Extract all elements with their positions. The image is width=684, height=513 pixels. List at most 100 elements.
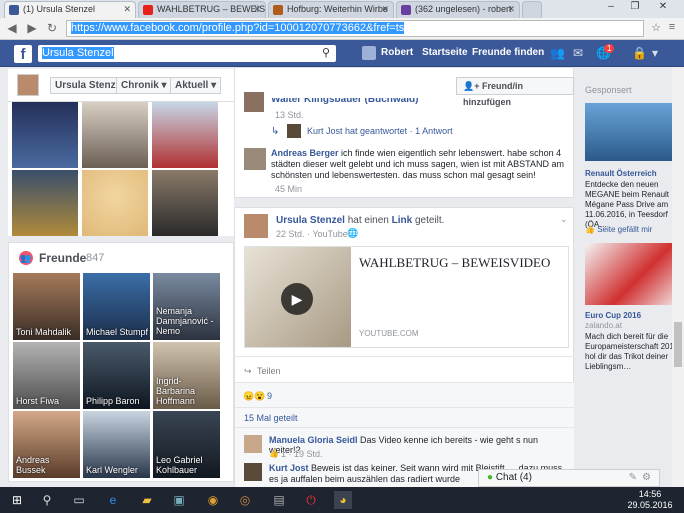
- chat-bar[interactable]: ● Chat (4) ✎ ⚙: [478, 469, 660, 487]
- forward-button[interactable]: ▶: [24, 21, 40, 35]
- chrome-icon[interactable]: ◕: [334, 491, 352, 509]
- back-button[interactable]: ◀: [4, 21, 20, 35]
- ad-image[interactable]: [585, 243, 684, 305]
- profile-bar: Ursula Stenzel Chronik ▾ Aktuell ▾: [8, 69, 234, 102]
- friend-tile[interactable]: Leo Gabriel Kohlbauer: [153, 411, 220, 478]
- reactions-icon[interactable]: 😠😮: [243, 391, 265, 402]
- reply-summary[interactable]: Kurt Jost hat geantwortet · 1 Antwort: [307, 126, 453, 136]
- friend-tile[interactable]: Nemanja Damnjanović - Nemo: [153, 273, 220, 340]
- tab-mail[interactable]: (362 ungelesen) - robert ✕: [396, 1, 520, 18]
- friend-tile[interactable]: Andreas Bussek: [13, 411, 80, 478]
- gear-icon[interactable]: ⚙: [642, 470, 651, 486]
- scrollbar-thumb[interactable]: [674, 322, 682, 367]
- friend-tile[interactable]: Horst Fiwa: [13, 342, 80, 409]
- minimize-button[interactable]: –: [602, 1, 620, 12]
- facebook-logo[interactable]: f: [14, 45, 32, 63]
- close-icon[interactable]: ✕: [123, 2, 131, 17]
- avatar[interactable]: [244, 92, 264, 112]
- app-icon[interactable]: ◎: [236, 491, 254, 509]
- profile-avatar[interactable]: [17, 74, 39, 96]
- tab-hofburg[interactable]: Hofburg: Weiterhin Wirbe ✕: [268, 1, 394, 18]
- link-preview[interactable]: ▶ WAHLBETRUG – BEWEISVIDEO YOUTUBE.COM: [244, 246, 569, 348]
- menu-icon[interactable]: ≡: [664, 21, 680, 33]
- photo[interactable]: [152, 170, 218, 236]
- shares-count[interactable]: 15 Mal geteilt: [244, 413, 298, 423]
- photo[interactable]: [152, 102, 218, 168]
- avatar[interactable]: [287, 124, 301, 138]
- youtube-icon: [143, 5, 153, 15]
- close-icon[interactable]: ✕: [507, 2, 515, 17]
- home-link[interactable]: Startseite: [422, 47, 468, 58]
- post-time: 22 Std. · YouTube ·: [276, 229, 354, 239]
- ad1-like-button[interactable]: 👍 Seite gefällt mir: [585, 225, 652, 234]
- maximize-button[interactable]: ❐: [626, 1, 644, 12]
- video-thumbnail[interactable]: ▶: [245, 247, 351, 347]
- friend-tile[interactable]: Toni Mahdalik: [13, 273, 80, 340]
- ad1-title[interactable]: Renault Österreich: [585, 169, 657, 178]
- new-tab-button[interactable]: [522, 1, 542, 18]
- friends-title[interactable]: Freunde: [39, 251, 86, 265]
- store-icon[interactable]: ▣: [170, 491, 188, 509]
- find-friends-link[interactable]: Freunde finden: [472, 47, 544, 58]
- ad2-title[interactable]: Euro Cup 2016: [585, 311, 641, 320]
- close-window-button[interactable]: ✕: [654, 1, 672, 12]
- search-icon[interactable]: ⚲: [38, 491, 56, 509]
- edge-icon[interactable]: e: [104, 491, 122, 509]
- chevron-down-icon[interactable]: ⌄: [560, 214, 568, 225]
- share-button[interactable]: Teilen: [257, 366, 281, 376]
- avatar[interactable]: [244, 214, 268, 238]
- photo[interactable]: [12, 102, 78, 168]
- comment-author-partial[interactable]: Walter Klingsbauer (Buchwald): [271, 98, 418, 105]
- friend-tile[interactable]: Michael Stumpf: [83, 273, 150, 340]
- ad-image[interactable]: [585, 103, 684, 161]
- photo[interactable]: [82, 102, 148, 168]
- folder-icon[interactable]: ▰: [138, 491, 156, 509]
- add-friend-button[interactable]: 👤+ Freund/in hinzufügen: [456, 77, 574, 107]
- close-icon[interactable]: ✕: [381, 2, 389, 17]
- app-icon[interactable]: ▤: [270, 491, 288, 509]
- power-icon[interactable]: ⏻: [302, 491, 320, 509]
- clock-date[interactable]: 29.05.2016: [620, 500, 680, 510]
- photo[interactable]: [82, 170, 148, 236]
- task-view-icon[interactable]: ▭: [70, 491, 88, 509]
- aktuell-button[interactable]: Aktuell ▾: [170, 77, 222, 94]
- globe-icon: 🌐: [347, 228, 359, 238]
- url-input[interactable]: https://www.facebook.com/profile.php?id=…: [66, 20, 644, 37]
- avatar[interactable]: [244, 463, 262, 481]
- chronik-button[interactable]: Chronik ▾: [116, 77, 172, 94]
- tab-wahlbetrug[interactable]: WAHLBETRUG – BEWEIS ✕: [138, 1, 266, 18]
- compose-icon[interactable]: ✎: [629, 470, 637, 486]
- scrollbar[interactable]: [672, 67, 684, 487]
- like-icon[interactable]: 👍: [269, 449, 279, 458]
- friend-requests-icon[interactable]: 👥: [550, 46, 565, 60]
- messages-icon[interactable]: ✉: [573, 46, 583, 60]
- windows-start-icon[interactable]: ⊞: [8, 491, 26, 509]
- avatar[interactable]: [362, 46, 376, 60]
- friend-tile[interactable]: Ingrid-Barbarina Hoffmann: [153, 342, 220, 409]
- clock-time[interactable]: 14:56: [620, 489, 680, 499]
- comment-time: 45 Min: [275, 184, 303, 194]
- reactions-count[interactable]: 9: [267, 391, 272, 401]
- friends-icon: 👥: [19, 251, 33, 265]
- star-icon[interactable]: ☆: [648, 21, 664, 34]
- avatar[interactable]: [244, 435, 262, 453]
- app-icon[interactable]: ◉: [204, 491, 222, 509]
- video-title[interactable]: WAHLBETRUG – BEWEISVIDEO: [359, 255, 550, 271]
- play-icon[interactable]: ▶: [281, 283, 313, 315]
- post-header: Ursula Stenzel hat einen Link geteilt.: [276, 215, 445, 226]
- friend-tile[interactable]: Karl Wengler: [83, 411, 150, 478]
- post-card: Ursula Stenzel hat einen Link geteilt. 2…: [234, 207, 574, 487]
- search-icon[interactable]: ⚲: [322, 45, 330, 62]
- search-input[interactable]: Ursula Stenzel ⚲: [38, 45, 336, 62]
- like-icon: 👍: [585, 225, 598, 234]
- friend-tile[interactable]: Philipp Baron: [83, 342, 150, 409]
- privacy-icon[interactable]: 🔒: [632, 46, 647, 60]
- close-icon[interactable]: ✕: [253, 2, 261, 17]
- tab-ursula-stenzel[interactable]: (1) Ursula Stenzel ✕: [4, 1, 136, 18]
- chevron-down-icon[interactable]: ▾: [652, 46, 658, 60]
- profile-link[interactable]: Robert: [381, 47, 413, 58]
- friends-box: 👥 Freunde 847 Toni Mahdalik Michael Stum…: [8, 242, 234, 482]
- avatar[interactable]: [244, 148, 266, 170]
- photo[interactable]: [12, 170, 78, 236]
- reload-button[interactable]: ↻: [44, 21, 60, 35]
